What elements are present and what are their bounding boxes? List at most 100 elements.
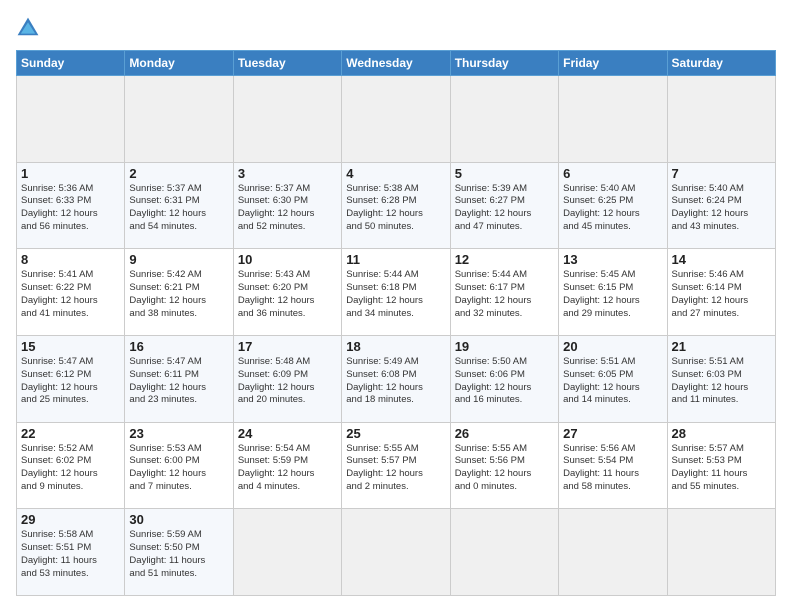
calendar-cell: 20Sunrise: 5:51 AMSunset: 6:05 PMDayligh… xyxy=(559,335,667,422)
day-info-line: Sunset: 5:54 PM xyxy=(563,455,662,468)
day-info-line: and 36 minutes. xyxy=(238,308,337,321)
day-info-line: Sunset: 5:57 PM xyxy=(346,455,445,468)
day-info-line: Sunset: 6:27 PM xyxy=(455,195,554,208)
day-info-line: Sunset: 6:28 PM xyxy=(346,195,445,208)
day-info-line: Sunset: 6:18 PM xyxy=(346,282,445,295)
day-info-line: Daylight: 12 hours xyxy=(455,295,554,308)
col-friday: Friday xyxy=(559,51,667,76)
day-number: 21 xyxy=(672,339,771,354)
calendar-cell: 3Sunrise: 5:37 AMSunset: 6:30 PMDaylight… xyxy=(233,162,341,249)
day-number: 9 xyxy=(129,252,228,267)
day-info-line: and 58 minutes. xyxy=(563,481,662,494)
day-info-line: Sunrise: 5:47 AM xyxy=(129,356,228,369)
day-info-line: Sunset: 6:00 PM xyxy=(129,455,228,468)
calendar-cell: 15Sunrise: 5:47 AMSunset: 6:12 PMDayligh… xyxy=(17,335,125,422)
day-info-line: Sunrise: 5:44 AM xyxy=(455,269,554,282)
day-info-line: Daylight: 12 hours xyxy=(238,295,337,308)
day-info-line: Sunrise: 5:49 AM xyxy=(346,356,445,369)
day-info-line: Sunset: 5:59 PM xyxy=(238,455,337,468)
calendar-cell: 29Sunrise: 5:58 AMSunset: 5:51 PMDayligh… xyxy=(17,509,125,596)
day-info-line: Sunrise: 5:59 AM xyxy=(129,529,228,542)
calendar-cell: 22Sunrise: 5:52 AMSunset: 6:02 PMDayligh… xyxy=(17,422,125,509)
day-info-line: Sunrise: 5:38 AM xyxy=(346,183,445,196)
calendar-cell: 19Sunrise: 5:50 AMSunset: 6:06 PMDayligh… xyxy=(450,335,558,422)
day-info-line: Sunrise: 5:48 AM xyxy=(238,356,337,369)
day-number: 2 xyxy=(129,166,228,181)
day-info-line: Sunrise: 5:58 AM xyxy=(21,529,120,542)
day-number: 16 xyxy=(129,339,228,354)
day-number: 23 xyxy=(129,426,228,441)
calendar-cell: 14Sunrise: 5:46 AMSunset: 6:14 PMDayligh… xyxy=(667,249,775,336)
calendar-cell: 10Sunrise: 5:43 AMSunset: 6:20 PMDayligh… xyxy=(233,249,341,336)
day-number: 10 xyxy=(238,252,337,267)
day-info-line: Daylight: 12 hours xyxy=(346,382,445,395)
calendar-body: 1Sunrise: 5:36 AMSunset: 6:33 PMDaylight… xyxy=(17,76,776,596)
calendar-header: Sunday Monday Tuesday Wednesday Thursday… xyxy=(17,51,776,76)
day-info-line: and 25 minutes. xyxy=(21,394,120,407)
day-info-line: Sunset: 6:14 PM xyxy=(672,282,771,295)
day-info-line: Daylight: 12 hours xyxy=(346,295,445,308)
col-monday: Monday xyxy=(125,51,233,76)
calendar-week-0 xyxy=(17,76,776,163)
day-number: 22 xyxy=(21,426,120,441)
calendar-week-1: 1Sunrise: 5:36 AMSunset: 6:33 PMDaylight… xyxy=(17,162,776,249)
page: Sunday Monday Tuesday Wednesday Thursday… xyxy=(0,0,792,612)
day-info-line: Sunset: 5:56 PM xyxy=(455,455,554,468)
day-info-line: Daylight: 11 hours xyxy=(563,468,662,481)
calendar-cell: 30Sunrise: 5:59 AMSunset: 5:50 PMDayligh… xyxy=(125,509,233,596)
day-info-line: and 16 minutes. xyxy=(455,394,554,407)
day-number: 26 xyxy=(455,426,554,441)
day-number: 18 xyxy=(346,339,445,354)
day-number: 6 xyxy=(563,166,662,181)
calendar-cell: 8Sunrise: 5:41 AMSunset: 6:22 PMDaylight… xyxy=(17,249,125,336)
calendar-cell xyxy=(450,76,558,163)
day-number: 11 xyxy=(346,252,445,267)
day-info-line: and 50 minutes. xyxy=(346,221,445,234)
day-info-line: Sunrise: 5:36 AM xyxy=(21,183,120,196)
day-number: 1 xyxy=(21,166,120,181)
day-number: 20 xyxy=(563,339,662,354)
day-number: 15 xyxy=(21,339,120,354)
day-number: 7 xyxy=(672,166,771,181)
calendar-cell: 18Sunrise: 5:49 AMSunset: 6:08 PMDayligh… xyxy=(342,335,450,422)
calendar-cell xyxy=(667,76,775,163)
day-info-line: and 11 minutes. xyxy=(672,394,771,407)
day-info-line: Sunrise: 5:44 AM xyxy=(346,269,445,282)
day-info-line: Daylight: 12 hours xyxy=(129,208,228,221)
day-info-line: Sunrise: 5:55 AM xyxy=(455,443,554,456)
calendar-cell xyxy=(559,76,667,163)
day-info-line: Sunset: 6:03 PM xyxy=(672,369,771,382)
day-info-line: and 2 minutes. xyxy=(346,481,445,494)
day-info-line: Sunset: 6:05 PM xyxy=(563,369,662,382)
calendar-cell: 9Sunrise: 5:42 AMSunset: 6:21 PMDaylight… xyxy=(125,249,233,336)
day-info-line: and 0 minutes. xyxy=(455,481,554,494)
day-info-line: and 41 minutes. xyxy=(21,308,120,321)
day-info-line: Daylight: 12 hours xyxy=(455,382,554,395)
col-saturday: Saturday xyxy=(667,51,775,76)
day-info-line: Sunrise: 5:43 AM xyxy=(238,269,337,282)
day-info-line: Sunrise: 5:51 AM xyxy=(672,356,771,369)
day-number: 5 xyxy=(455,166,554,181)
day-info-line: and 38 minutes. xyxy=(129,308,228,321)
day-info-line: and 23 minutes. xyxy=(129,394,228,407)
day-info-line: Daylight: 12 hours xyxy=(238,382,337,395)
day-number: 27 xyxy=(563,426,662,441)
day-info-line: and 14 minutes. xyxy=(563,394,662,407)
day-info-line: Daylight: 12 hours xyxy=(21,208,120,221)
day-number: 28 xyxy=(672,426,771,441)
day-info-line: Sunset: 6:33 PM xyxy=(21,195,120,208)
calendar-cell xyxy=(233,76,341,163)
header-row: Sunday Monday Tuesday Wednesday Thursday… xyxy=(17,51,776,76)
day-info-line: and 29 minutes. xyxy=(563,308,662,321)
day-number: 25 xyxy=(346,426,445,441)
day-info-line: Sunset: 6:06 PM xyxy=(455,369,554,382)
calendar-cell: 11 Sunrise: 5:44 AMSunset: 6:18 PMDayligh… xyxy=(342,249,450,336)
day-info-line: Sunrise: 5:56 AM xyxy=(563,443,662,456)
day-info-line: Daylight: 12 hours xyxy=(21,468,120,481)
day-number: 12 xyxy=(455,252,554,267)
logo-icon xyxy=(16,16,40,40)
calendar-cell xyxy=(667,509,775,596)
day-info-line: Daylight: 11 hours xyxy=(672,468,771,481)
day-info-line: Sunset: 6:12 PM xyxy=(21,369,120,382)
day-info-line: Sunrise: 5:53 AM xyxy=(129,443,228,456)
